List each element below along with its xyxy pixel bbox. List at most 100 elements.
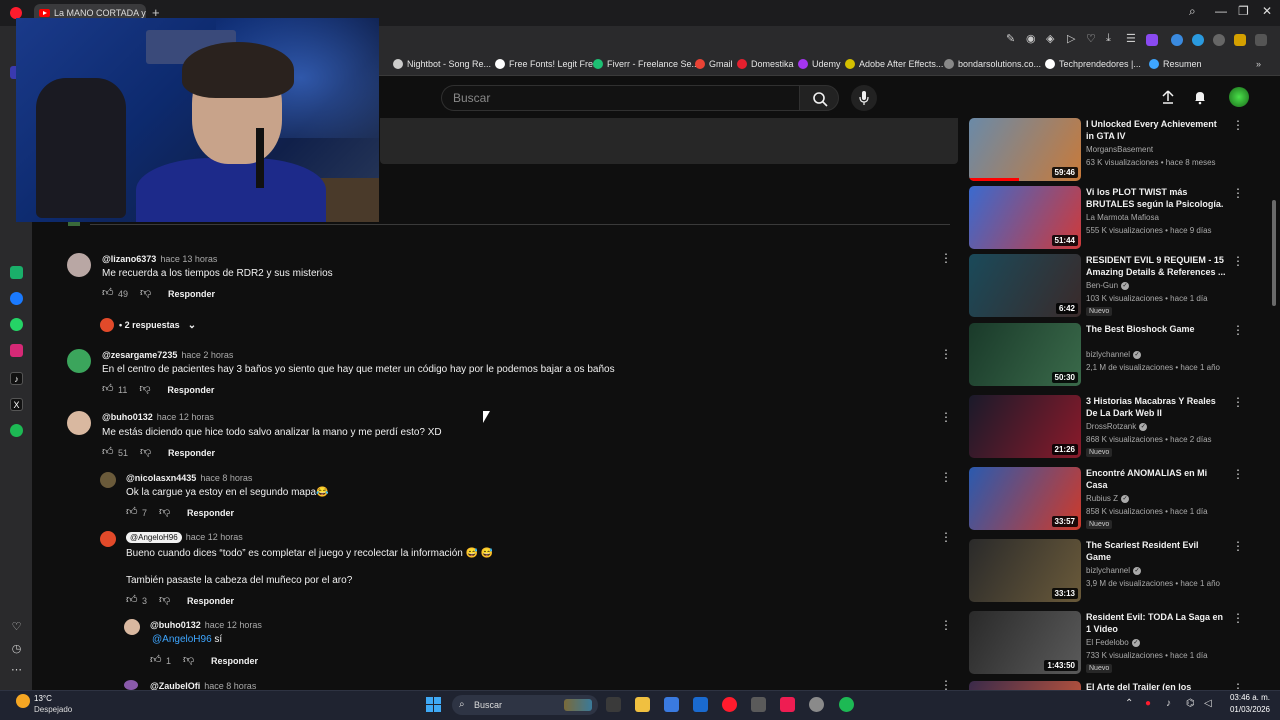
video-menu-icon[interactable]: ⋮ — [1232, 539, 1244, 553]
bookmark-item[interactable]: Free Fonts! Legit Fre... — [495, 59, 601, 69]
channel-name[interactable]: bizlychannel ✓ — [1086, 350, 1142, 359]
show-replies-button[interactable]: • 2 respuestas ⌄ — [100, 318, 196, 332]
video-menu-icon[interactable]: ⋮ — [1232, 611, 1244, 625]
video-thumbnail[interactable]: 59:46 — [969, 118, 1081, 181]
like-icon[interactable]: 👍︎ — [126, 507, 138, 518]
app-icon[interactable] — [751, 697, 766, 712]
channel-name[interactable]: Ben-Gun ✓ — [1086, 281, 1130, 290]
bookmark-item[interactable]: Domestika — [737, 59, 794, 69]
dislike-icon[interactable]: 👎︎ — [140, 288, 151, 299]
comment-menu-icon[interactable]: ⋮ — [940, 410, 952, 424]
store-icon[interactable] — [664, 697, 679, 712]
reply-time[interactable]: hace 12 horas — [186, 532, 243, 542]
reply-button[interactable]: Responder — [187, 596, 234, 606]
reply-menu-icon[interactable]: ⋮ — [940, 470, 952, 484]
mention-link[interactable]: @AngeloH96 — [152, 634, 212, 645]
video-menu-icon[interactable]: ⋮ — [1232, 118, 1244, 132]
search-tabs-icon[interactable]: ⌕ — [1189, 4, 1196, 19]
extension-icon[interactable] — [1255, 34, 1267, 46]
tray-app-icon[interactable]: ● — [1145, 698, 1151, 709]
search-input[interactable]: Buscar — [441, 85, 799, 111]
extension-icon[interactable] — [1213, 34, 1225, 46]
video-menu-icon[interactable]: ⋮ — [1232, 681, 1244, 690]
clock-time[interactable]: 03:46 a. m. — [1226, 693, 1270, 702]
chatgpt-icon[interactable] — [10, 266, 23, 279]
recommended-video[interactable]: 33:57 Encontré ANOMALIAS en Mi Casa Rubius… — [969, 467, 1259, 531]
video-thumbnail[interactable]: 6:42 — [969, 254, 1081, 317]
video-title[interactable]: The Scariest Resident Evil Game — [1086, 539, 1226, 563]
reply-menu-icon[interactable]: ⋮ — [940, 618, 952, 632]
add-comment-underline[interactable] — [90, 224, 950, 225]
comment-avatar[interactable] — [67, 349, 91, 373]
volume-icon[interactable]: ◁ — [1204, 698, 1212, 709]
tiktok-icon[interactable] — [780, 697, 795, 712]
outlook-icon[interactable] — [693, 697, 708, 712]
video-title[interactable]: Vi los PLOT TWIST más BRUTALES según la … — [1086, 186, 1226, 210]
video-title[interactable]: RESIDENT EVIL 9 REQUIEM - 15 Amazing Det… — [1086, 254, 1226, 278]
file-explorer-icon[interactable] — [635, 697, 650, 712]
spotify-icon[interactable] — [839, 697, 854, 712]
reply-time[interactable]: hace 8 horas — [200, 473, 252, 483]
video-thumbnail[interactable]: 21:26 — [969, 395, 1081, 458]
reply-avatar[interactable] — [124, 680, 138, 690]
heart-icon[interactable]: ♡ — [10, 621, 23, 634]
bookmark-item[interactable]: Gmail — [695, 59, 733, 69]
like-icon[interactable]: 👍︎ — [150, 655, 162, 666]
reply-avatar[interactable] — [124, 619, 140, 635]
extension-icon[interactable] — [1234, 34, 1246, 46]
dislike-icon[interactable]: 👎︎ — [159, 595, 170, 606]
like-icon[interactable]: 👍︎ — [126, 595, 138, 606]
heart-icon[interactable]: ♡ — [1086, 32, 1096, 45]
video-thumbnail[interactable] — [969, 681, 1081, 690]
video-menu-icon[interactable]: ⋮ — [1232, 395, 1244, 409]
comment-menu-icon[interactable]: ⋮ — [940, 347, 952, 361]
comment-time[interactable]: hace 2 horas — [181, 350, 233, 360]
bookmark-item[interactable]: Adobe After Effects... — [845, 59, 943, 69]
recommended-video[interactable]: 21:26 3 Historias Macabras Y Reales De La… — [969, 395, 1259, 459]
app-icon[interactable] — [809, 697, 824, 712]
reply-author[interactable]: @nicolasxn4435 hace 8 horas — [126, 473, 252, 483]
weather-condition[interactable]: Despejado — [34, 705, 72, 714]
recommended-video[interactable]: 33:13 The Scariest Resident Evil Game bizl… — [969, 539, 1259, 603]
task-view-icon[interactable] — [606, 697, 621, 712]
video-menu-icon[interactable]: ⋮ — [1232, 467, 1244, 481]
bookmark-item[interactable]: Fiverr - Freelance Se... — [593, 59, 699, 69]
video-menu-icon[interactable]: ⋮ — [1232, 323, 1244, 337]
recommended-video[interactable]: 59:46 I Unlocked Every Achievement in GTA… — [969, 118, 1259, 182]
comment-menu-icon[interactable]: ⋮ — [940, 251, 952, 265]
start-button[interactable] — [426, 697, 441, 712]
weather-temperature[interactable]: 13°C — [34, 694, 52, 703]
spotify-icon[interactable] — [10, 424, 23, 437]
comment-time[interactable]: hace 13 horas — [160, 254, 217, 264]
more-icon[interactable]: ⋯ — [10, 664, 23, 677]
notifications-icon[interactable] — [1192, 89, 1208, 105]
bookmark-item[interactable]: Techprendedores |... — [1045, 59, 1141, 69]
network-icon[interactable]: ⌬ — [1186, 698, 1195, 709]
comment-avatar[interactable] — [67, 253, 91, 277]
edit-icon[interactable]: ✎ — [1006, 32, 1015, 45]
comment-author[interactable]: @buho0132 hace 12 horas — [102, 412, 214, 422]
reply-button[interactable]: Responder — [187, 508, 234, 518]
video-thumbnail[interactable]: 33:57 — [969, 467, 1081, 530]
reply-menu-icon[interactable]: ⋮ — [940, 530, 952, 544]
video-menu-icon[interactable]: ⋮ — [1232, 186, 1244, 200]
comment-author[interactable]: @zesargame7235 hace 2 horas — [102, 350, 233, 360]
like-icon[interactable]: 👍︎ — [102, 447, 114, 458]
reply-author[interactable]: @AngeloH96 hace 12 horas — [126, 532, 243, 543]
video-title[interactable]: Resident Evil: TODA La Saga en 1 Video — [1086, 611, 1226, 635]
whatsapp-icon[interactable] — [10, 318, 23, 331]
dislike-icon[interactable]: 👎︎ — [183, 655, 194, 666]
instagram-icon[interactable] — [10, 344, 23, 357]
comment-author[interactable]: @lizano6373 hace 13 horas — [102, 254, 217, 264]
like-icon[interactable]: 👍︎ — [102, 384, 114, 395]
recommended-video[interactable]: 51:44 Vi los PLOT TWIST más BRUTALES segú… — [969, 186, 1259, 250]
shield-icon[interactable]: ◈ — [1046, 32, 1054, 45]
reply-button[interactable]: Responder — [168, 289, 215, 299]
voice-search-button[interactable] — [851, 85, 877, 111]
channel-name[interactable]: Rubius Z ✓ — [1086, 494, 1130, 503]
recommended-video[interactable]: El Arte del Trailer (en los ⋮ — [969, 681, 1259, 690]
bookmark-item[interactable]: Udemy — [798, 59, 841, 69]
page-scrollbar[interactable] — [1272, 200, 1276, 306]
microphone-icon[interactable]: ♪ — [1166, 698, 1171, 709]
channel-name[interactable]: El Fedelobo ✓ — [1086, 638, 1140, 647]
